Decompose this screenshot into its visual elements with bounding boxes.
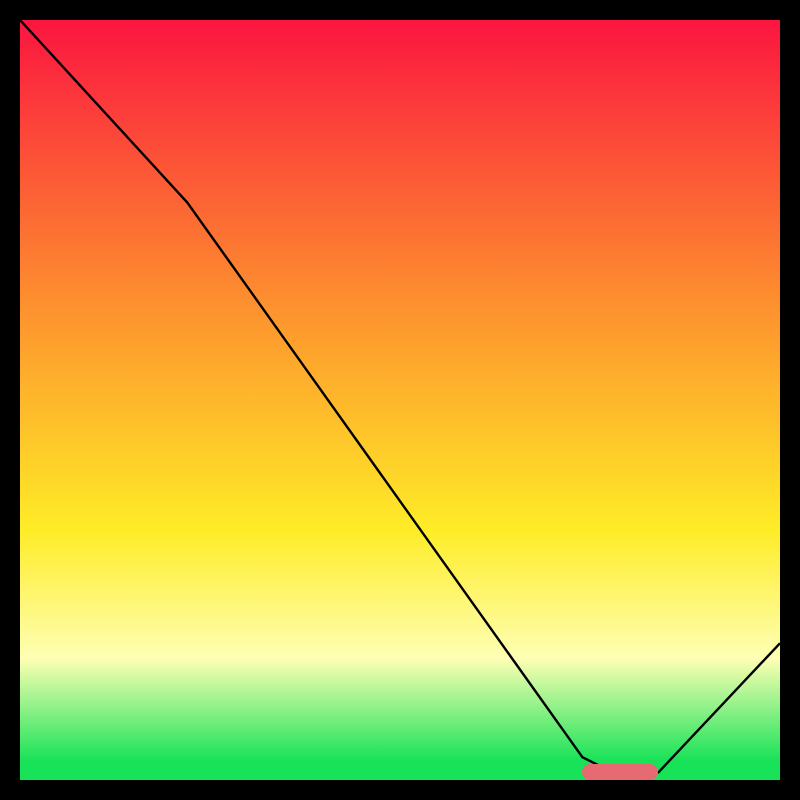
optimal-range-marker	[582, 764, 658, 780]
chart-frame: TheBottleneck.com	[20, 20, 780, 780]
bottleneck-chart	[20, 20, 780, 780]
gradient-background	[20, 20, 780, 780]
